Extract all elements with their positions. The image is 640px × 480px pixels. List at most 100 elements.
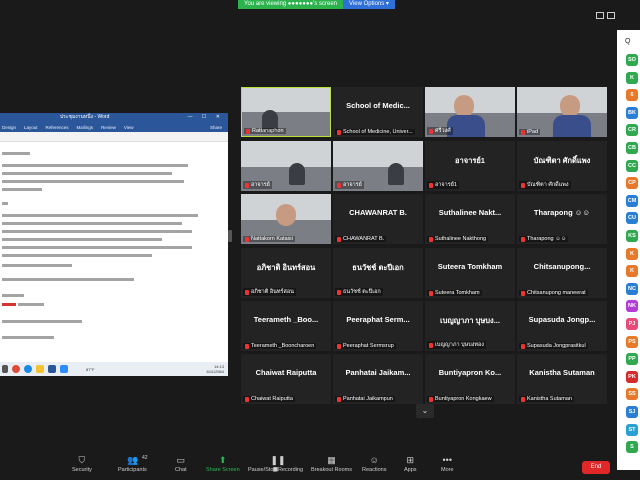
participant-name-text: Nattakorn Kataisi: [251, 236, 293, 242]
participant-video-tile[interactable]: Teerameth _Boo... Teerameth _Booncharoen: [241, 301, 331, 351]
participant-avatar[interactable]: 6: [626, 89, 638, 102]
participant-video-tile[interactable]: Peeraphat Serm... Peeraphat Sermsrup: [333, 301, 423, 351]
participant-video-tile[interactable]: Chitsanupong... Chitsanupong maneerat: [517, 248, 607, 298]
participant-video-tile[interactable]: Panhatai Jaikam... Panhatai Jaikampun: [333, 354, 423, 404]
participant-video-tile[interactable]: Rattanaphon: [241, 87, 331, 137]
participant-avatar[interactable]: CP: [626, 177, 638, 190]
participant-avatar[interactable]: PS: [626, 335, 638, 348]
participant-video-tile[interactable]: บัณฑิตา ศักดิ์แพง บัณฑิตา ศักดิ์แพง: [517, 141, 607, 191]
participant-name-text: Chaiwat Raiputta: [251, 396, 293, 402]
chrome-icon[interactable]: [12, 365, 20, 373]
participant-avatar[interactable]: K: [626, 265, 638, 278]
search-icon[interactable]: [2, 365, 8, 373]
participant-video-tile[interactable]: อาจารย์1 อาจารย์1: [425, 141, 515, 191]
view-options-button[interactable]: View Options ▾: [343, 0, 395, 9]
split-view-handle[interactable]: [228, 230, 232, 242]
chat-button[interactable]: ▭ Chat: [175, 456, 187, 474]
zoom-icon[interactable]: [60, 365, 68, 373]
participant-avatar[interactable]: CM: [626, 194, 638, 207]
participant-video-tile[interactable]: Buntiyapron Ko... Buntiyapron Kongkaew: [425, 354, 515, 404]
ribbon-tab-review[interactable]: Review: [101, 125, 116, 130]
word-icon[interactable]: [48, 365, 56, 373]
participant-avatar[interactable]: PK: [626, 370, 638, 383]
participant-video-tile[interactable]: ศรีวงศ์: [425, 87, 515, 137]
participant-name-text: ศรีวงศ์: [435, 128, 451, 134]
recording-button[interactable]: ❚❚ ■ Pause/Stop Recording: [248, 456, 303, 474]
participant-video-tile[interactable]: Suthalinee Nakt... Suthalinee Nakthong: [425, 194, 515, 244]
doc-text-line: [2, 238, 162, 241]
participant-avatar[interactable]: NC: [626, 282, 638, 295]
participant-avatar[interactable]: BK: [626, 106, 638, 119]
participant-video-tile[interactable]: Nattakorn Kataisi: [241, 194, 331, 244]
more-icon: •••: [442, 455, 452, 465]
reactions-button[interactable]: ☺ Reactions: [362, 456, 386, 474]
participant-video-tile[interactable]: Kanistha Sutaman Kanistha Sutaman: [517, 354, 607, 404]
ribbon-tab-layout[interactable]: Layout: [24, 125, 38, 130]
participant-avatar[interactable]: CC: [626, 159, 638, 172]
participant-video-tile[interactable]: CHAWANRAT B. CHAWANRAT B.: [333, 194, 423, 244]
participant-avatar[interactable]: KS: [626, 230, 638, 242]
participant-face: [454, 95, 474, 117]
participant-avatar[interactable]: S: [626, 441, 638, 454]
participant-avatar[interactable]: PJ: [626, 318, 638, 330]
participant-figure: [276, 204, 296, 226]
edge-icon[interactable]: [24, 365, 32, 373]
doc-text-line: [2, 180, 184, 183]
participant-avatar[interactable]: CR: [626, 124, 638, 137]
participant-avatar[interactable]: ST: [626, 423, 638, 436]
participant-name-label: ศรีวงศ์: [427, 127, 453, 135]
ribbon-tab-mailings[interactable]: Mailings: [77, 125, 94, 130]
muted-mic-icon: [521, 396, 525, 402]
more-button[interactable]: ••• More: [441, 455, 454, 474]
participants-label: Participants: [118, 467, 147, 473]
fullscreen-icon[interactable]: [607, 12, 615, 19]
speaker-view-icon[interactable]: [596, 12, 604, 19]
gallery-next-page-button[interactable]: ⌄: [416, 404, 434, 418]
word-share-button[interactable]: Share: [210, 125, 222, 130]
participant-video-tile[interactable]: School of Medic... School of Medicine, Un…: [333, 87, 423, 137]
participant-avatar[interactable]: SJ: [626, 406, 638, 418]
participant-avatar[interactable]: SS: [626, 388, 638, 401]
share-screen-button[interactable]: ⬆ Share Screen: [206, 455, 240, 474]
participant-display-name: เบญญาภา บุษบง...: [440, 316, 500, 325]
search-icon[interactable]: Q: [625, 38, 630, 45]
participant-video-tile[interactable]: อภิชาติ อินทร์สอน อภิชาติ อินทร์สอน: [241, 248, 331, 298]
participant-avatar[interactable]: SO: [626, 54, 638, 66]
participant-video-tile[interactable]: ธนวัชช์ ตะปีเอก ธนวัชช์ ตะปีเอก: [333, 248, 423, 298]
doc-text-line: [2, 294, 24, 297]
participants-button[interactable]: 👥 42 Participants: [118, 455, 148, 473]
participant-video-tile[interactable]: Suteera Tomkham Suteera Tomkham: [425, 248, 515, 298]
participant-video-tile[interactable]: Chaiwat Raiputta Chaiwat Raiputta: [241, 354, 331, 404]
participant-video-tile[interactable]: อาจารย์: [241, 141, 331, 191]
breakout-rooms-button[interactable]: ▦ Breakout Rooms: [311, 456, 352, 474]
participant-figure: [289, 163, 305, 185]
document-page[interactable]: [0, 142, 228, 351]
participants-count: 42: [142, 455, 148, 461]
participant-avatar[interactable]: NK: [626, 300, 638, 313]
participant-display-name: Tharapong ☺☺: [533, 208, 591, 217]
participant-video-tile[interactable]: iPad: [517, 87, 607, 137]
apps-button[interactable]: ⊞ Apps: [404, 456, 417, 474]
participant-avatar[interactable]: CU: [626, 212, 638, 225]
participant-display-name: Chitsanupong...: [533, 262, 591, 271]
participant-video-tile[interactable]: Supasuda Jongp... Supasuda Jongprasitkul: [517, 301, 607, 351]
ribbon-tab-design[interactable]: Design: [2, 125, 16, 130]
security-button[interactable]: ⛉ Security: [72, 456, 92, 474]
doc-text-line: [18, 303, 44, 306]
participant-video-tile[interactable]: เบญญาภา บุษบง... เบญญาภา บุษบงทอง: [425, 301, 515, 351]
window-controls-icon[interactable]: — ☐ ✕: [188, 113, 224, 122]
share-screen-icon: ⬆: [219, 455, 227, 465]
participant-avatar[interactable]: K: [626, 247, 638, 260]
explorer-icon[interactable]: [36, 365, 44, 373]
participant-avatar[interactable]: CB: [626, 142, 638, 154]
ribbon-tab-view[interactable]: View: [124, 125, 134, 130]
participant-avatar[interactable]: K: [626, 71, 638, 84]
ribbon-tab-references[interactable]: References: [46, 125, 69, 130]
participant-video-tile[interactable]: อาจารย์: [333, 141, 423, 191]
participant-video-tile[interactable]: Tharapong ☺☺ Tharapong ☺☺: [517, 194, 607, 244]
participant-name-label: School of Medicine, Univer...: [335, 129, 415, 135]
participant-avatar[interactable]: PP: [626, 353, 638, 366]
muted-mic-icon: [245, 289, 249, 295]
word-title-bar: ประชุมงานหนึ่ง - Word — ☐ ✕: [0, 113, 228, 122]
end-meeting-button[interactable]: End: [582, 461, 610, 474]
